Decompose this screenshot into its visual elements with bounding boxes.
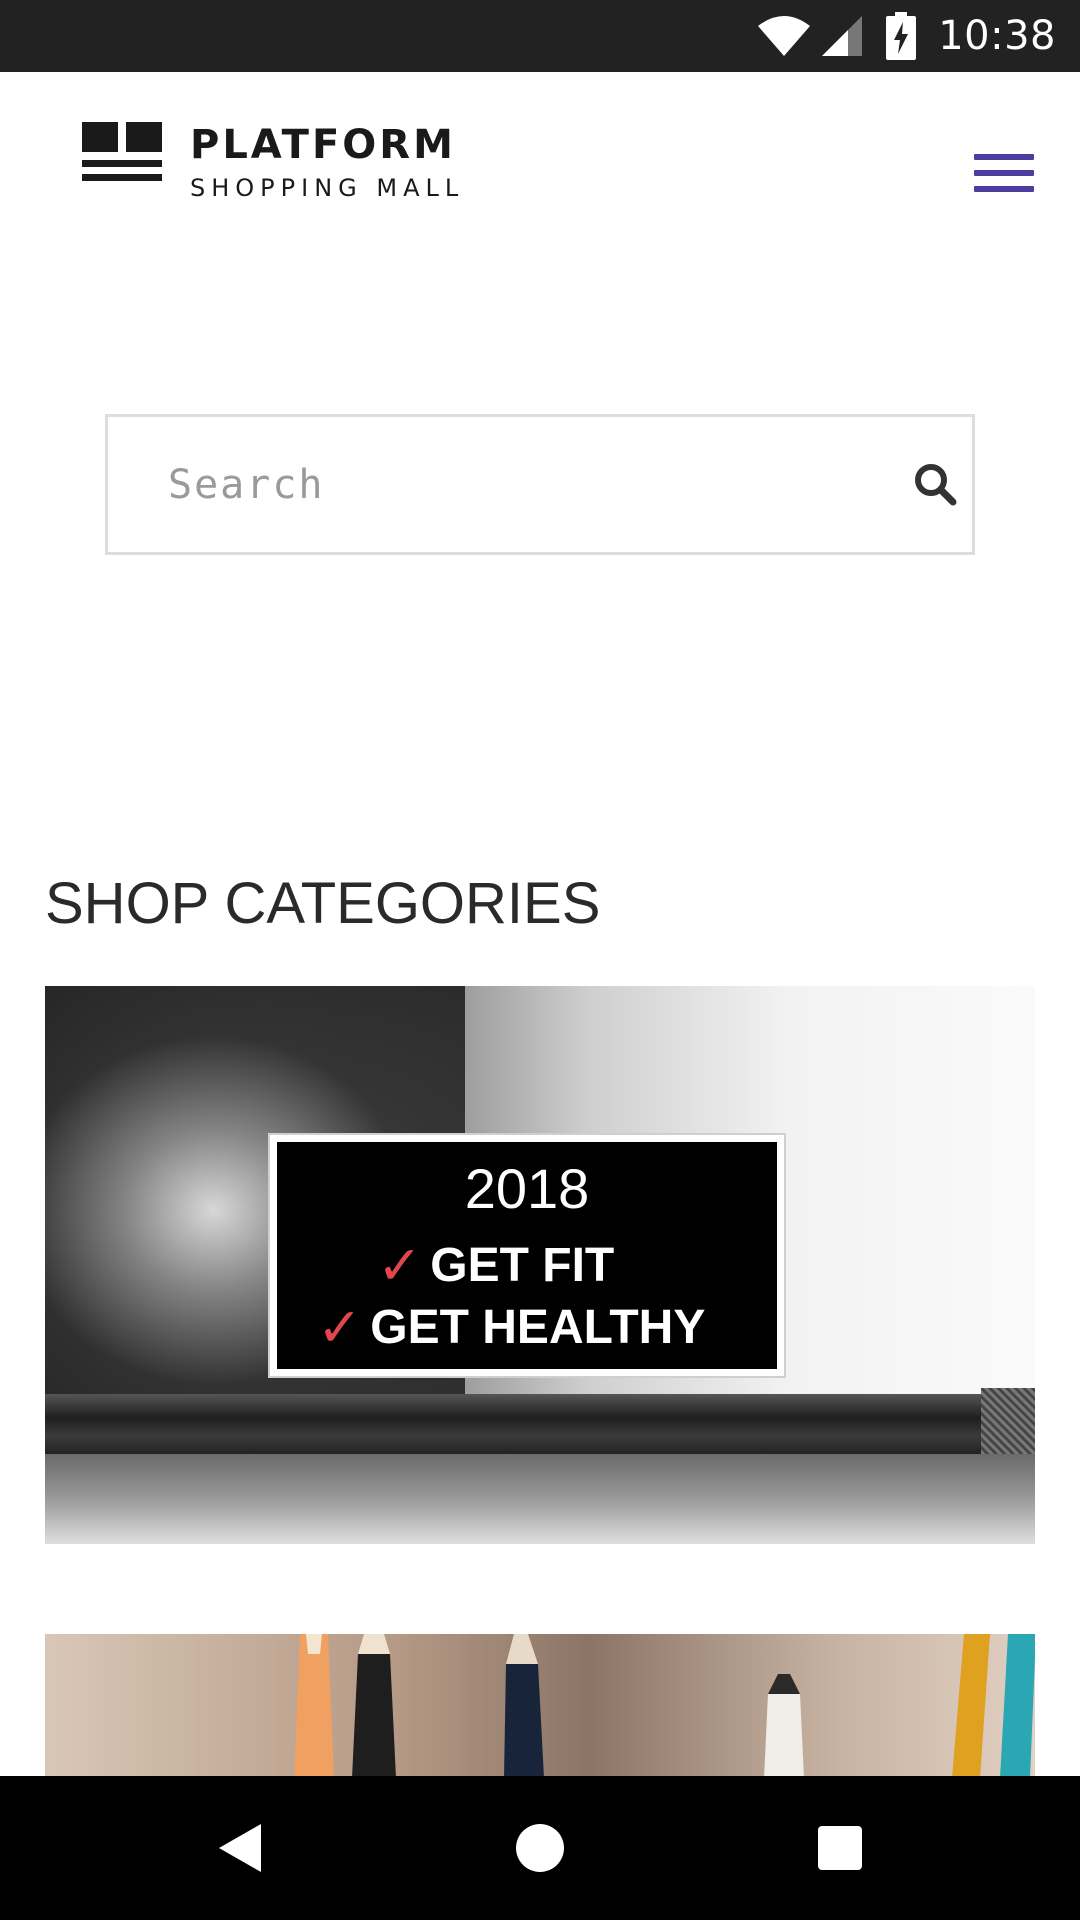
category-card-pencils[interactable] — [45, 1634, 1035, 1778]
status-icons: 10:38 — [756, 0, 1056, 72]
search-input[interactable] — [168, 417, 858, 552]
promo-line-text: GET HEALTHY — [370, 1301, 706, 1354]
logo-text: PLATFORM SHOPPING MALL — [190, 122, 464, 202]
barbell-bar — [45, 1394, 1035, 1454]
pencil-black — [352, 1634, 396, 1778]
search-box — [105, 414, 975, 555]
wifi-icon — [758, 16, 811, 56]
shop-categories-title: SHOP CATEGORIES — [45, 871, 601, 936]
logo-subtitle: SHOPPING MALL — [190, 174, 465, 202]
checkmark-icon: ✓ — [377, 1234, 423, 1297]
pencil-white — [764, 1674, 804, 1778]
category-card-fitness[interactable]: 2018 ✓ GET FIT ✓ GET HEALTHY — [45, 986, 1035, 1544]
status-time: 10:38 — [938, 13, 1056, 59]
battery-charging-icon — [886, 12, 917, 60]
cell-signal-icon — [822, 16, 863, 56]
pencil-navy — [504, 1634, 544, 1778]
hamburger-menu-icon[interactable] — [970, 148, 1036, 200]
site-logo[interactable]: PLATFORM SHOPPING MALL — [82, 122, 464, 202]
pencil-teal — [1000, 1634, 1035, 1778]
logo-mark-icon — [82, 122, 162, 181]
back-icon[interactable] — [180, 1776, 300, 1920]
status-bar: 10:38 — [0, 0, 1080, 72]
promo-line-text: GET FIT — [430, 1239, 615, 1292]
system-nav-bar — [0, 1776, 1080, 1920]
checkmark-icon: ✓ — [317, 1296, 363, 1359]
promo-line-get-fit: ✓ GET FIT — [377, 1234, 614, 1297]
logo-title: PLATFORM — [190, 122, 456, 168]
home-icon[interactable] — [480, 1776, 600, 1920]
hand-photo-area — [45, 1454, 1035, 1544]
promo-year: 2018 — [464, 1157, 590, 1220]
promo-box: 2018 ✓ GET FIT ✓ GET HEALTHY — [268, 1133, 786, 1378]
pencil-orange — [294, 1634, 334, 1778]
search-icon[interactable] — [912, 461, 958, 507]
barbell-grip — [981, 1388, 1035, 1462]
promo-line-get-healthy: ✓ GET HEALTHY — [317, 1296, 705, 1359]
site-header: PLATFORM SHOPPING MALL — [0, 72, 1080, 272]
recents-icon[interactable] — [780, 1776, 900, 1920]
